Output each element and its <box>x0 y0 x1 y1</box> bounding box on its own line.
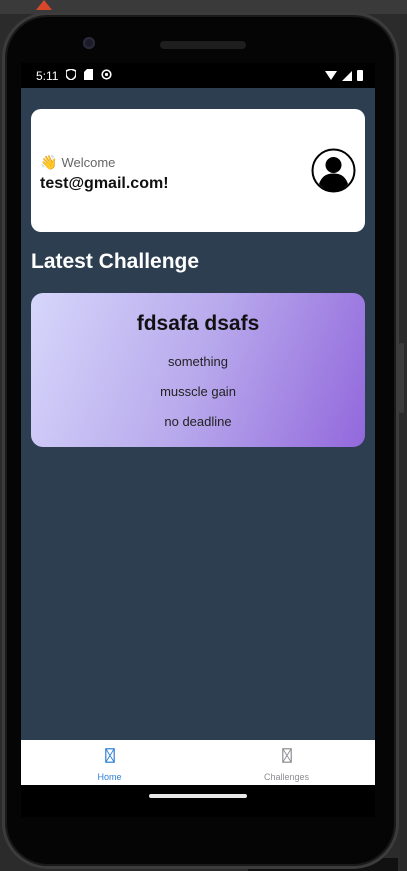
latest-challenge-card[interactable]: fdsafa dsafs something musscle gain no d… <box>31 293 365 447</box>
challenge-deadline: no deadline <box>164 414 232 429</box>
earpiece-speaker <box>160 41 246 49</box>
tab-challenges[interactable]: Challenges <box>198 740 375 785</box>
sd-card-icon <box>84 68 94 83</box>
signal-icon <box>342 70 352 81</box>
shield-icon <box>65 67 78 83</box>
status-bar: 5:11 <box>21 63 375 88</box>
home-tab-icon <box>104 748 115 766</box>
challenges-tab-icon <box>281 748 292 766</box>
app-screen: 5:11 👋 Welcome test@gmail.com! Latest Ch… <box>21 63 375 785</box>
challenge-description: something <box>168 354 228 369</box>
tab-home[interactable]: Home <box>21 740 198 785</box>
home-gesture-bar[interactable] <box>149 794 247 798</box>
wifi-icon <box>325 71 337 80</box>
welcome-card: 👋 Welcome test@gmail.com! <box>31 109 365 232</box>
front-camera <box>83 37 95 49</box>
user-email: test@gmail.com! <box>40 175 169 192</box>
user-avatar-icon[interactable] <box>311 148 356 193</box>
sync-icon <box>101 68 113 83</box>
wave-icon: 👋 <box>40 154 58 170</box>
tab-home-label: Home <box>97 772 122 782</box>
status-time: 5:11 <box>36 68 59 83</box>
welcome-greeting: Welcome <box>61 155 116 170</box>
power-button <box>399 343 404 413</box>
home-content: 👋 Welcome test@gmail.com! Latest Challen… <box>21 88 375 447</box>
challenge-title: fdsafa dsafs <box>136 312 260 335</box>
system-nav-bar <box>21 785 375 817</box>
section-title: Latest Challenge <box>31 250 200 273</box>
bottom-tab-bar: Home Challenges <box>21 740 375 785</box>
tab-challenges-label: Challenges <box>263 772 310 782</box>
battery-icon <box>357 70 363 81</box>
challenge-goal: musscle gain <box>160 384 236 399</box>
